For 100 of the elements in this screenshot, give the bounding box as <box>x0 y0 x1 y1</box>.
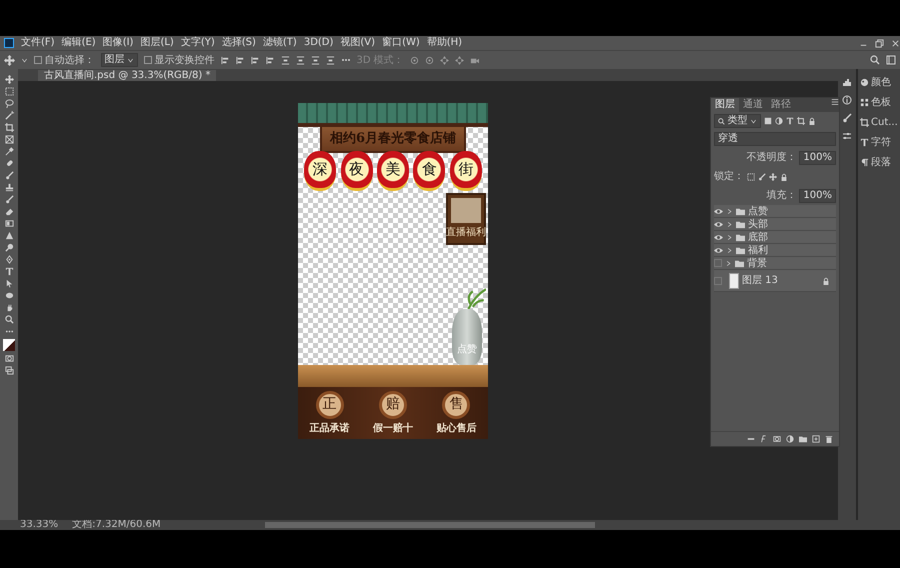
move-tool-icon[interactable] <box>4 54 15 66</box>
close-icon[interactable] <box>891 38 900 48</box>
menu-item[interactable]: 3D(D) <box>304 37 334 49</box>
lock-move-icon[interactable] <box>769 172 777 180</box>
mask-icon[interactable] <box>773 435 781 443</box>
align-icon[interactable] <box>266 56 274 64</box>
layer-row[interactable]: 底部 <box>714 231 836 244</box>
workspace-icon[interactable] <box>886 55 896 65</box>
panel-tab[interactable]: 通道 <box>739 98 767 112</box>
screen-mode-icon[interactable] <box>4 366 14 375</box>
info-icon[interactable] <box>842 95 852 105</box>
ellipse-tool-icon[interactable] <box>4 291 14 300</box>
filter-dropdown[interactable]: 类型 <box>714 114 761 128</box>
app-logo-icon[interactable] <box>4 38 14 48</box>
filter-icon[interactable] <box>797 117 805 125</box>
brush-tool-icon[interactable] <box>4 171 14 180</box>
marquee-tool-icon[interactable] <box>4 87 14 96</box>
panel-tab[interactable]: 路径 <box>767 98 795 112</box>
distribute-icon[interactable] <box>296 56 304 64</box>
zoom-tool-icon[interactable] <box>4 315 14 324</box>
history-brush-tool-icon[interactable] <box>4 195 14 204</box>
bandage-tool-icon[interactable] <box>4 159 14 168</box>
menu-item[interactable]: 图像(I) <box>102 37 134 49</box>
restore-icon[interactable] <box>875 38 884 48</box>
eraser-tool-icon[interactable] <box>4 207 14 216</box>
brush-icon[interactable] <box>842 113 852 123</box>
lock-brush-icon[interactable] <box>758 172 766 180</box>
fill-field[interactable]: 100% <box>799 188 836 202</box>
menu-item[interactable]: 帮助(H) <box>426 37 462 49</box>
eye-icon[interactable] <box>714 246 723 254</box>
filter-icon[interactable] <box>775 117 783 125</box>
panel-label[interactable]: 字符 <box>871 135 891 150</box>
pen-tool-icon[interactable] <box>4 255 14 264</box>
align-icon[interactable] <box>220 56 230 64</box>
adjustment-icon[interactable] <box>786 435 794 443</box>
document-tab[interactable]: 古风直播间.psd @ 33.3%(RGB/8) * <box>38 70 216 81</box>
move-tool-icon[interactable] <box>4 75 14 84</box>
menu-item[interactable]: 编辑(E) <box>62 37 96 49</box>
fx-icon[interactable] <box>760 435 768 443</box>
type-tool-icon[interactable] <box>4 267 14 276</box>
filter-icon[interactable] <box>786 117 794 125</box>
trash-icon[interactable] <box>825 435 833 443</box>
paragraph-icon[interactable] <box>860 158 869 167</box>
layer-row[interactable]: 背景 <box>714 257 836 270</box>
eye-icon[interactable] <box>714 232 723 242</box>
filter-icon[interactable] <box>764 117 772 125</box>
lasso-tool-icon[interactable] <box>4 99 14 108</box>
distribute-icon[interactable] <box>280 56 290 64</box>
menu-item[interactable]: 文件(F) <box>21 37 55 49</box>
layer-row[interactable]: 图层 13 <box>714 270 836 292</box>
opacity-field[interactable]: 100% <box>799 150 836 164</box>
selection-arrow-icon[interactable] <box>4 279 14 288</box>
blend-dropdown[interactable]: 穿透 <box>714 132 836 146</box>
palette-icon[interactable] <box>860 78 869 87</box>
eyedropper-tool-icon[interactable] <box>4 147 14 156</box>
menu-item[interactable]: 视图(V) <box>340 37 376 49</box>
new-layer-icon[interactable] <box>812 435 820 443</box>
menu-item[interactable]: 图层(L) <box>140 37 174 49</box>
distribute-icon[interactable] <box>310 56 320 64</box>
type-icon[interactable] <box>860 138 869 147</box>
folder-icon[interactable] <box>799 435 807 443</box>
layer-row[interactable]: 头部 <box>714 218 836 231</box>
panel-label[interactable]: Cut... <box>871 115 898 130</box>
dodge-tool-icon[interactable] <box>4 243 14 252</box>
layer-row[interactable]: 福利 <box>714 244 836 257</box>
panel-tab[interactable]: 图层 <box>711 98 739 112</box>
panel-label[interactable]: 段落 <box>871 155 891 170</box>
target-dropdown[interactable]: 图层 <box>100 53 138 67</box>
search-icon[interactable] <box>870 55 880 65</box>
eye-icon[interactable] <box>714 206 723 216</box>
hand-tool-icon[interactable] <box>4 303 14 312</box>
lock-pixels-icon[interactable] <box>747 172 755 180</box>
color-swatches-icon[interactable] <box>3 339 15 351</box>
panel-label[interactable]: 色板 <box>871 95 891 110</box>
layer-row[interactable]: 点赞 <box>714 205 836 218</box>
histogram-icon[interactable] <box>842 77 852 87</box>
gradient-tool-icon[interactable] <box>4 219 14 228</box>
swatches-icon[interactable] <box>860 98 869 107</box>
panel-menu-icon[interactable] <box>831 98 839 106</box>
horizontal-scrollbar[interactable] <box>264 522 595 528</box>
blur-tool-icon[interactable] <box>4 231 14 240</box>
quick-mask-icon[interactable] <box>4 354 14 363</box>
panel-label[interactable]: 颜色 <box>871 75 891 90</box>
orbit-icon[interactable] <box>410 56 419 64</box>
menu-item[interactable]: 选择(S) <box>222 37 256 49</box>
eye-icon[interactable] <box>714 220 723 228</box>
caret-icon[interactable] <box>21 56 28 64</box>
menu-item[interactable]: 窗口(W) <box>382 37 420 49</box>
align-icon[interactable] <box>236 56 244 64</box>
stamp-tool-icon[interactable] <box>4 183 14 192</box>
lock-icon[interactable] <box>780 172 788 180</box>
checkbox[interactable] <box>144 56 152 64</box>
crop-icon[interactable] <box>860 118 869 127</box>
distribute-icon[interactable] <box>326 56 334 64</box>
sliders-icon[interactable] <box>842 131 852 141</box>
camera-icon[interactable] <box>470 56 479 64</box>
frame-tool-icon[interactable] <box>4 135 14 144</box>
menu-item[interactable]: 滤镜(T) <box>262 37 297 49</box>
align-icon[interactable] <box>250 56 260 64</box>
menu-item[interactable]: 文字(Y) <box>180 37 215 49</box>
